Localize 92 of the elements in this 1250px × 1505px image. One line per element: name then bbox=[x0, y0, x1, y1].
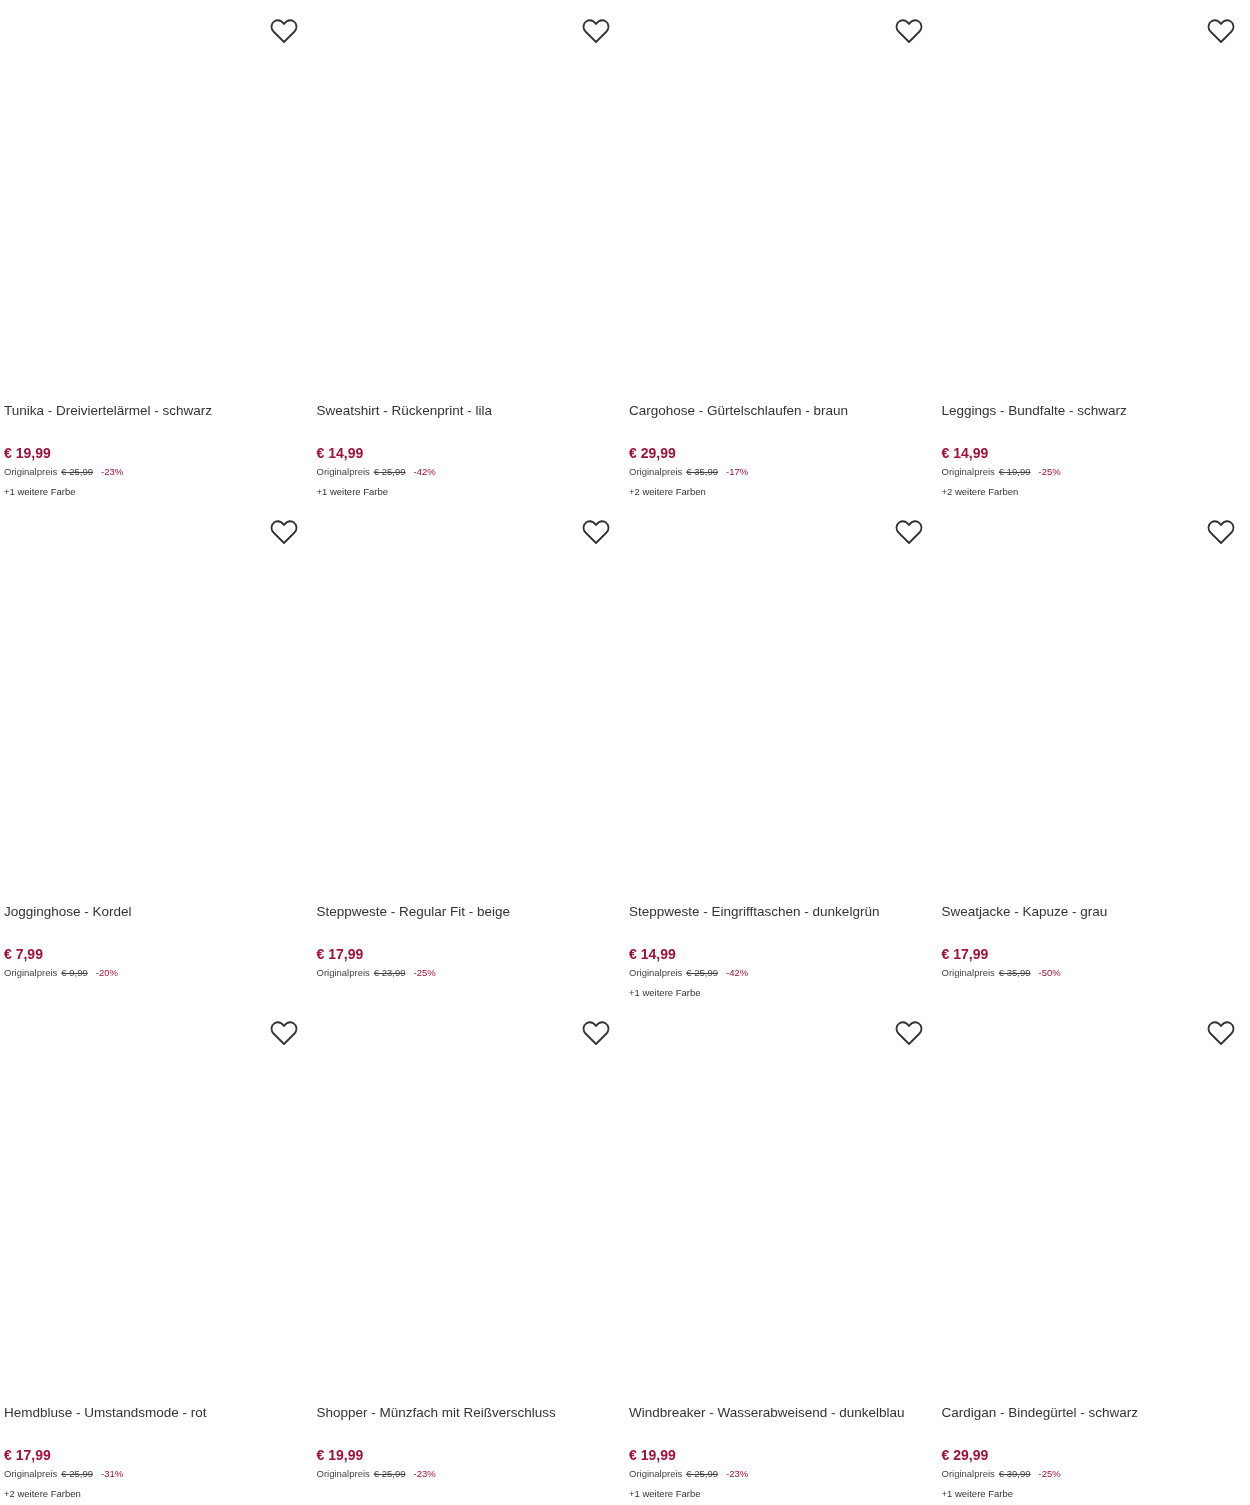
discount: -25% bbox=[413, 967, 436, 978]
more-colors-link[interactable]: +1 weitere Farbe bbox=[316, 486, 389, 497]
wishlist-button[interactable] bbox=[269, 18, 298, 44]
wishlist-button[interactable] bbox=[1207, 519, 1235, 545]
original-price-label: Originalpreis bbox=[316, 967, 370, 978]
product-title[interactable]: Steppweste - Regular Fit - beige bbox=[316, 903, 511, 921]
original-price-label: Originalpreis bbox=[4, 967, 58, 978]
original-price-label: Originalpreis bbox=[941, 967, 995, 978]
product-title[interactable]: Tunika - Dreiviertelärmel - schwarz bbox=[4, 402, 213, 420]
product-title[interactable]: Jogginghose - Kordel bbox=[4, 903, 132, 921]
original-price-label: Originalpreis bbox=[629, 1468, 683, 1479]
discount: -42% bbox=[726, 967, 749, 978]
product-title[interactable]: Cardigan - Bindegürtel - schwarz bbox=[941, 1404, 1139, 1422]
sale-price: € 19,99 bbox=[4, 445, 51, 462]
original-price: € 35,99 bbox=[686, 466, 719, 477]
original-price: € 25,99 bbox=[373, 466, 406, 477]
wishlist-button[interactable] bbox=[894, 1020, 923, 1046]
original-price-label: Originalpreis bbox=[4, 466, 58, 477]
discount: -25% bbox=[1038, 466, 1061, 477]
original-price: € 25,99 bbox=[61, 466, 94, 477]
original-price: € 25,99 bbox=[686, 967, 719, 978]
sale-price: € 29,99 bbox=[629, 445, 676, 462]
original-price-label: Originalpreis bbox=[629, 466, 683, 477]
wishlist-button[interactable] bbox=[894, 18, 923, 44]
product-title[interactable]: Windbreaker - Wasserabweisend - dunkelblau bbox=[629, 1404, 905, 1422]
sale-price: € 7,99 bbox=[4, 946, 43, 963]
product-title[interactable]: Shopper - Münzfach mit Reißverschluss bbox=[316, 1404, 556, 1422]
product-title[interactable]: Sweatshirt - Rückenprint - lila bbox=[316, 402, 493, 420]
original-price-label: Originalpreis bbox=[629, 967, 683, 978]
original-price: € 25,99 bbox=[686, 1468, 719, 1479]
wishlist-button[interactable] bbox=[582, 519, 610, 545]
original-price: € 9,99 bbox=[61, 967, 88, 978]
more-colors-link[interactable]: +1 weitere Farbe bbox=[629, 1488, 701, 1499]
discount: -17% bbox=[726, 466, 749, 477]
discount: -31% bbox=[101, 1468, 124, 1479]
sale-price: € 19,99 bbox=[316, 1447, 364, 1464]
original-price-label: Originalpreis bbox=[4, 1468, 58, 1479]
more-colors-link[interactable]: +2 weitere Farben bbox=[941, 486, 1019, 497]
heart-icon bbox=[894, 18, 923, 44]
more-colors-link[interactable]: +1 weitere Farbe bbox=[941, 1488, 1014, 1499]
heart-icon bbox=[894, 1020, 923, 1046]
discount: -23% bbox=[101, 466, 124, 477]
wishlist-button[interactable] bbox=[1207, 18, 1235, 44]
heart-icon bbox=[269, 519, 298, 545]
heart-icon bbox=[269, 1020, 298, 1046]
product-title[interactable]: Sweatjacke - Kapuze - grau bbox=[941, 903, 1108, 921]
discount: -23% bbox=[413, 1468, 436, 1479]
more-colors-link[interactable]: +1 weitere Farbe bbox=[629, 987, 701, 998]
heart-icon bbox=[1207, 1020, 1235, 1046]
wishlist-button[interactable] bbox=[582, 18, 610, 44]
sale-price: € 14,99 bbox=[941, 445, 989, 462]
heart-icon bbox=[1207, 519, 1235, 545]
discount: -25% bbox=[1038, 1468, 1061, 1479]
sale-price: € 17,99 bbox=[316, 946, 364, 963]
product-title[interactable]: Steppweste - Eingrifftaschen - dunkelgrün bbox=[629, 903, 880, 921]
wishlist-button[interactable] bbox=[269, 1020, 298, 1046]
original-price: € 39,99 bbox=[998, 1468, 1031, 1479]
heart-icon bbox=[894, 519, 923, 545]
heart-icon bbox=[582, 18, 610, 44]
more-colors-link[interactable]: +1 weitere Farbe bbox=[4, 486, 76, 497]
wishlist-button[interactable] bbox=[1207, 1020, 1235, 1046]
original-price: € 35,99 bbox=[998, 967, 1031, 978]
sale-price: € 14,99 bbox=[629, 946, 676, 963]
sale-price: € 29,99 bbox=[941, 1447, 989, 1464]
product-title[interactable]: Hemdbluse - Umstandsmode - rot bbox=[4, 1404, 207, 1422]
product-title[interactable]: Leggings - Bundfalte - schwarz bbox=[941, 402, 1127, 420]
original-price-label: Originalpreis bbox=[941, 466, 995, 477]
sale-price: € 17,99 bbox=[4, 1447, 51, 1464]
sale-price: € 19,99 bbox=[629, 1447, 676, 1464]
original-price-label: Originalpreis bbox=[316, 1468, 370, 1479]
original-price: € 25,99 bbox=[373, 1468, 406, 1479]
discount: -20% bbox=[95, 967, 118, 978]
wishlist-button[interactable] bbox=[269, 519, 298, 545]
wishlist-button[interactable] bbox=[582, 1020, 610, 1046]
more-colors-link[interactable]: +2 weitere Farben bbox=[4, 1488, 81, 1499]
discount: -42% bbox=[413, 466, 436, 477]
heart-icon bbox=[269, 18, 298, 44]
original-price: € 19,99 bbox=[998, 466, 1031, 477]
heart-icon bbox=[1207, 18, 1235, 44]
sale-price: € 14,99 bbox=[316, 445, 364, 462]
discount: -23% bbox=[726, 1468, 749, 1479]
discount: -50% bbox=[1038, 967, 1061, 978]
wishlist-button[interactable] bbox=[894, 519, 923, 545]
heart-icon bbox=[582, 1020, 610, 1046]
sale-price: € 17,99 bbox=[941, 946, 989, 963]
more-colors-link[interactable]: +2 weitere Farben bbox=[629, 486, 706, 497]
original-price: € 25,99 bbox=[61, 1468, 94, 1479]
product-title[interactable]: Cargohose - Gürtelschlaufen - braun bbox=[629, 402, 849, 420]
original-price-label: Originalpreis bbox=[316, 466, 370, 477]
original-price: € 23,99 bbox=[373, 967, 406, 978]
heart-icon bbox=[582, 519, 610, 545]
original-price-label: Originalpreis bbox=[941, 1468, 995, 1479]
